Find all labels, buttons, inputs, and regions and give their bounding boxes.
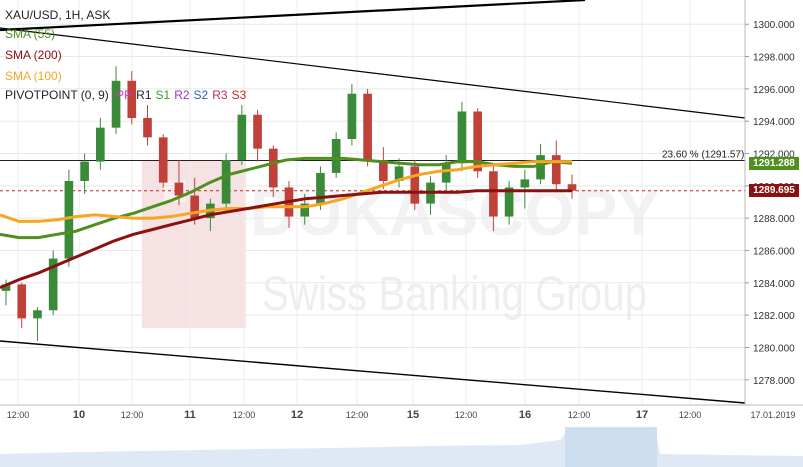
chart-legend: XAU/USD, 1H, ASK xyxy=(5,8,110,22)
candle-body xyxy=(489,171,498,217)
legend-sma200[interactable]: SMA (200) xyxy=(5,48,62,62)
candle-body xyxy=(253,114,262,149)
y-tick-label: 1300.000 xyxy=(753,20,795,31)
candle-body xyxy=(221,159,231,204)
y-tick-label: 1278.000 xyxy=(753,376,795,387)
x-tick-label: 12:00 xyxy=(455,410,478,420)
y-tick-label: 1280.000 xyxy=(753,343,795,354)
current-price-label: 1289.695 xyxy=(749,184,799,197)
time-axis: 12:00 10 12:00 11 12:00 12 12:00 15 12:00 16 12:00… xyxy=(0,404,803,421)
candle-body xyxy=(536,155,545,180)
pivot-item-r1: R1 xyxy=(136,88,152,102)
pivot-item-s2: S2 xyxy=(193,88,209,102)
x-tick-label: 17.01.2019 xyxy=(750,410,795,420)
fib-label: 23.60 % (1291.57) xyxy=(662,149,744,160)
candle-body xyxy=(441,163,451,183)
candle-body xyxy=(158,137,168,183)
channel-lower xyxy=(0,340,746,404)
legend-sma55[interactable]: SMA (55) xyxy=(5,27,55,41)
sma55-price-label: 1291.288 xyxy=(749,157,799,170)
candle-body xyxy=(520,179,530,188)
watermark-sub: Swiss Banking Group xyxy=(262,268,647,321)
candle-body xyxy=(96,127,105,162)
candle-body xyxy=(80,161,89,181)
y-tick-label: 1294.000 xyxy=(753,117,795,128)
pivot-item-s1: S1 xyxy=(155,88,171,102)
candle-body xyxy=(363,93,372,160)
x-tick-label: 15 xyxy=(407,409,419,421)
candle-body xyxy=(237,114,247,160)
y-tick-label: 1288.000 xyxy=(753,214,795,225)
volume-band xyxy=(0,426,803,467)
candle-body xyxy=(143,117,152,138)
x-tick-label: 12 xyxy=(291,409,303,421)
candle-body xyxy=(17,284,27,319)
y-tick-label: 1282.000 xyxy=(753,311,795,322)
pivot-item-r2: R2 xyxy=(174,88,190,102)
x-tick-label: 12:00 xyxy=(346,410,369,420)
y-tick-label: 1296.000 xyxy=(753,85,795,96)
pivot-item-s3: S3 xyxy=(231,88,247,102)
x-tick-label: 10 xyxy=(73,409,85,421)
candle-body xyxy=(33,310,42,319)
candle-body xyxy=(268,148,278,188)
candle-body xyxy=(410,166,420,204)
x-tick-label: 12:00 xyxy=(568,410,591,420)
x-tick-label: 16 xyxy=(519,409,531,421)
candle-body xyxy=(347,93,357,139)
candle-body xyxy=(331,138,341,173)
x-tick-label: 12:00 xyxy=(121,410,144,420)
x-tick-label: 12:00 xyxy=(233,410,256,420)
pivot-item-pp: PP xyxy=(116,88,133,102)
x-tick-label: 11 xyxy=(184,409,196,421)
y-tick-label: 1284.000 xyxy=(753,279,795,290)
x-tick-label: 12:00 xyxy=(7,410,30,420)
x-tick-label: 12:00 xyxy=(679,410,702,420)
chart-window: DUKASCOPY Swiss Banking Group 23.60 % (1… xyxy=(0,0,803,467)
price-axis: 1278.000 1280.000 1282.000 1284.000 1286.000… xyxy=(744,0,795,405)
dukascopy-watermark: DUKASCOPY Swiss Banking Group xyxy=(142,160,660,328)
y-tick-label: 1298.000 xyxy=(753,53,795,64)
x-tick-label: 17 xyxy=(636,409,648,421)
price-chart[interactable]: DUKASCOPY Swiss Banking Group 23.60 % (1… xyxy=(0,0,803,467)
candle-body xyxy=(190,195,199,219)
legend-pivotpoint[interactable]: PIVOTPOINT (0, 9) PP R1 S1 R2 S2 R3 S3 xyxy=(5,88,246,102)
pivot-label: PIVOTPOINT (0, 9) xyxy=(5,88,109,102)
y-tick-label: 1286.000 xyxy=(753,246,795,257)
candle-body xyxy=(174,182,184,196)
volume-highlight xyxy=(565,427,657,467)
pivot-items: PP R1 S1 R2 S2 R3 S3 xyxy=(112,88,246,102)
candle-body xyxy=(551,155,561,185)
symbol-title: XAU/USD, 1H, ASK xyxy=(5,8,111,22)
candle-body xyxy=(457,111,467,164)
legend-sma100[interactable]: SMA (100) xyxy=(5,69,62,83)
pivot-item-r3: R3 xyxy=(212,88,228,102)
